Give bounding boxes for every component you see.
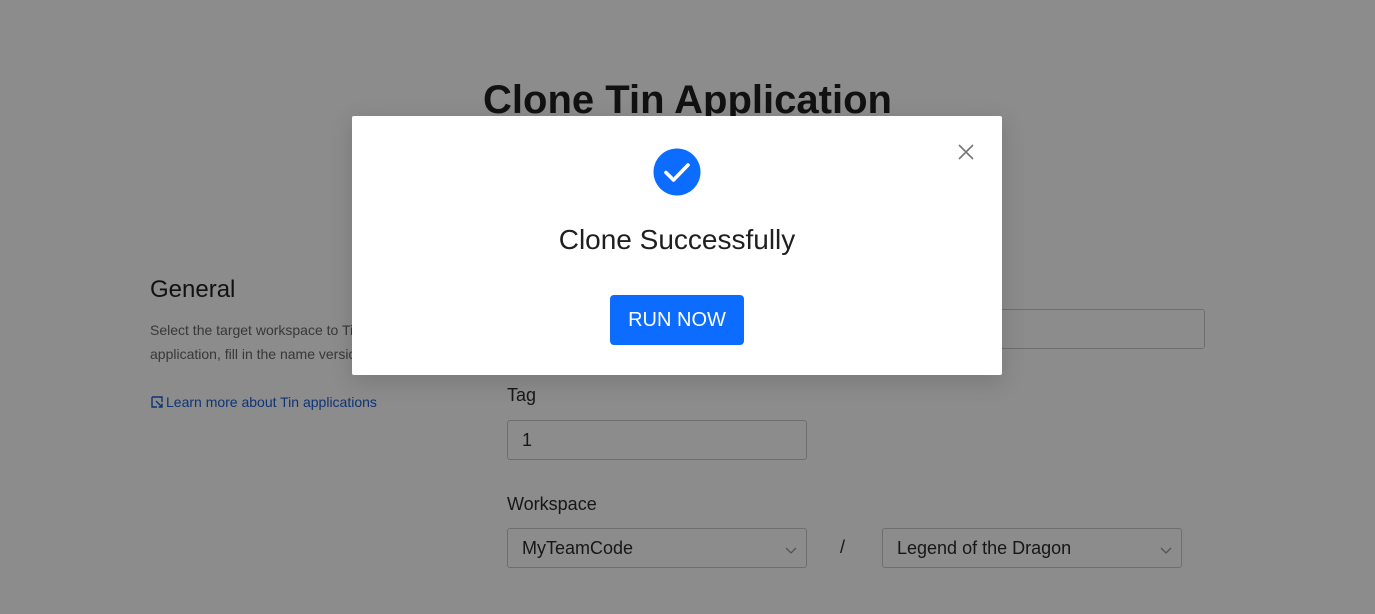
check-circle-icon bbox=[653, 148, 701, 196]
run-now-button[interactable]: RUN NOW bbox=[610, 295, 744, 345]
close-icon[interactable] bbox=[956, 142, 976, 162]
success-message: Clone Successfully bbox=[558, 224, 796, 255]
success-dialog: Clone Successfully RUN NOW bbox=[352, 116, 1002, 375]
